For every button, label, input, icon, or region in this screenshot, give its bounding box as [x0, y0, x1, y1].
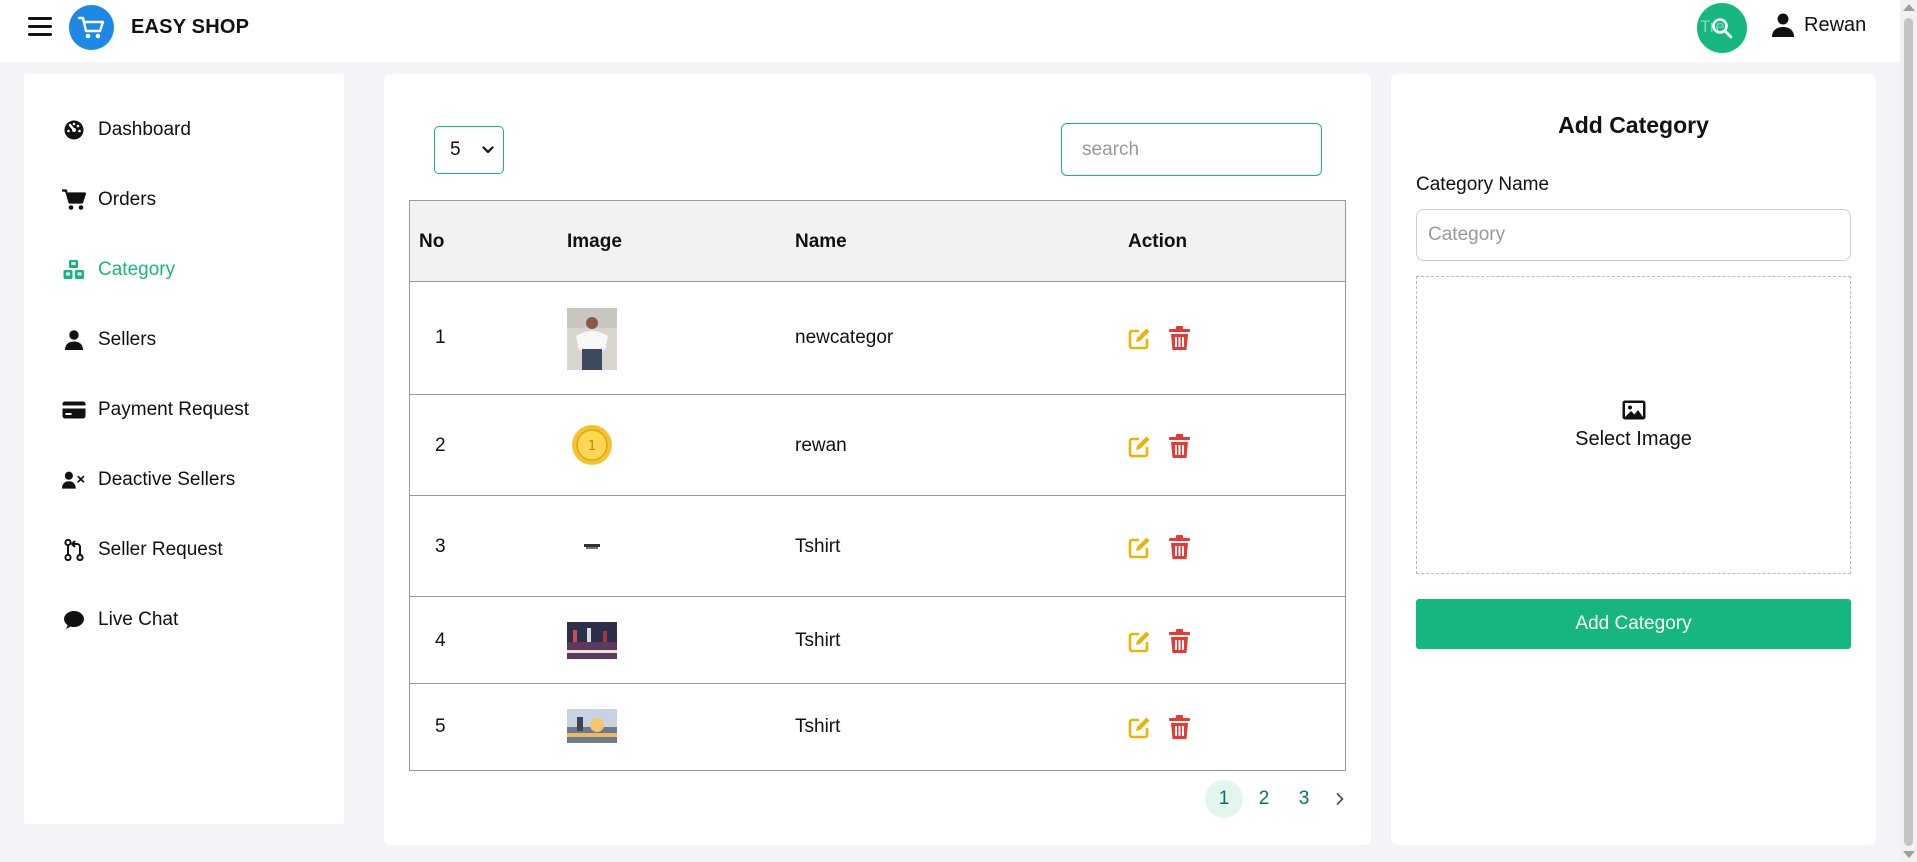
- delete-icon[interactable]: [1169, 535, 1190, 559]
- chevron-down-icon: [482, 146, 494, 154]
- category-name: Tshirt: [795, 630, 841, 651]
- image-upload-dropzone[interactable]: Select Image: [1416, 276, 1851, 574]
- table-row: 5 Tshirt: [410, 684, 1345, 770]
- sidebar-item-category[interactable]: Category: [62, 258, 175, 282]
- brand-name: EASY SHOP: [131, 16, 250, 38]
- dashboard-icon: [62, 118, 86, 142]
- delete-icon[interactable]: [1169, 434, 1190, 458]
- category-list-panel: 5 No Image Name Action 1 newcategor 2 1 …: [384, 74, 1371, 845]
- scrollbar-thumb[interactable]: [1904, 18, 1913, 846]
- sidebar-item-label: Payment Request: [98, 399, 250, 420]
- category-image: [567, 709, 617, 743]
- category-name: Tshirt: [795, 716, 841, 737]
- next-page-button[interactable]: [1321, 780, 1359, 818]
- row-number: 1: [435, 327, 446, 348]
- sidebar-item-dashboard[interactable]: Dashboard: [62, 118, 191, 142]
- category-name: Tshirt: [795, 536, 841, 557]
- sidebar: Dashboard Orders Category Sellers Paymen…: [24, 74, 344, 824]
- shopping-cart-logo-icon: [77, 16, 104, 38]
- chevron-right-icon: [1336, 793, 1344, 805]
- edit-icon[interactable]: [1128, 434, 1152, 458]
- search-input[interactable]: [1061, 123, 1322, 176]
- add-category-panel: Add Category Category Name Select Image …: [1391, 74, 1876, 845]
- category-image: [567, 516, 617, 576]
- select-image-label: Select Image: [1575, 427, 1692, 450]
- pull-request-icon: [62, 538, 86, 562]
- category-name-input[interactable]: [1416, 209, 1851, 261]
- form-title: Add Category: [1558, 112, 1709, 138]
- search-button-ghost-text: Tre: [1700, 17, 1725, 36]
- page-scrollbar[interactable]: [1900, 0, 1917, 862]
- chat-icon: [62, 608, 86, 632]
- delete-icon[interactable]: [1169, 629, 1190, 653]
- table-row: 3 Tshirt: [410, 496, 1345, 597]
- sidebar-item-label: Sellers: [98, 329, 157, 350]
- category-image: 1: [567, 415, 617, 475]
- cart-icon: [62, 188, 86, 212]
- sidebar-item-label: Deactive Sellers: [98, 469, 236, 490]
- sidebar-item-label: Live Chat: [98, 609, 179, 630]
- sidebar-item-label: Dashboard: [98, 119, 191, 140]
- user-name: Rewan: [1804, 13, 1867, 36]
- sidebar-item-label: Seller Request: [98, 539, 223, 560]
- table-row: 4 Tshirt: [410, 597, 1345, 684]
- svg-text:1: 1: [588, 439, 596, 454]
- user-icon: [1772, 13, 1794, 37]
- delete-icon[interactable]: [1169, 715, 1190, 739]
- table-header: No Image Name Action: [410, 201, 1345, 282]
- add-category-button[interactable]: Add Category: [1416, 599, 1851, 649]
- edit-icon[interactable]: [1128, 629, 1152, 653]
- shop-logo: [69, 5, 114, 50]
- category-name: newcategor: [795, 327, 894, 348]
- sidebar-item-seller-request[interactable]: Seller Request: [62, 538, 223, 562]
- category-name-label: Category Name: [1416, 174, 1550, 195]
- edit-icon[interactable]: [1128, 326, 1152, 350]
- cubes-icon: [62, 258, 86, 282]
- row-number: 2: [435, 435, 446, 456]
- credit-card-icon: [62, 398, 86, 422]
- scroll-up-arrow-icon[interactable]: [1903, 4, 1915, 11]
- sidebar-item-live-chat[interactable]: Live Chat: [62, 608, 178, 632]
- row-number: 4: [435, 630, 446, 651]
- column-header-action: Action: [1128, 231, 1188, 252]
- category-image: [567, 622, 617, 659]
- menu-toggle-icon[interactable]: [28, 17, 52, 37]
- user-menu[interactable]: Rewan: [1772, 13, 1866, 37]
- category-name: rewan: [795, 435, 847, 456]
- column-header-image: Image: [567, 231, 622, 252]
- sidebar-item-label: Category: [98, 259, 176, 280]
- page-button-1[interactable]: 1: [1205, 780, 1243, 818]
- sidebar-item-deactive-sellers[interactable]: Deactive Sellers: [62, 468, 235, 492]
- column-header-name: Name: [795, 231, 847, 252]
- scroll-down-arrow-icon[interactable]: [1903, 851, 1915, 858]
- user-x-icon: [62, 468, 86, 492]
- image-icon: [1622, 400, 1645, 419]
- sidebar-item-orders[interactable]: Orders: [62, 188, 156, 212]
- category-table: No Image Name Action 1 newcategor 2 1 re…: [409, 200, 1346, 771]
- row-number: 5: [435, 716, 446, 737]
- page-button-3[interactable]: 3: [1285, 780, 1323, 818]
- column-header-no: No: [419, 231, 445, 252]
- edit-icon[interactable]: [1128, 535, 1152, 559]
- top-bar: EASY SHOP Tre Rewan: [0, 0, 1900, 62]
- edit-icon[interactable]: [1128, 715, 1152, 739]
- global-search-button[interactable]: Tre: [1697, 3, 1747, 53]
- sidebar-item-sellers[interactable]: Sellers: [62, 328, 156, 352]
- user-icon: [62, 328, 86, 352]
- page-button-2[interactable]: 2: [1245, 780, 1283, 818]
- page-size-value: 5: [450, 139, 461, 160]
- delete-icon[interactable]: [1169, 326, 1190, 350]
- table-row: 1 newcategor: [410, 282, 1345, 395]
- row-number: 3: [435, 536, 446, 557]
- table-row: 2 1 rewan: [410, 395, 1345, 496]
- category-image: [567, 308, 617, 370]
- page-size-select[interactable]: 5: [434, 126, 504, 174]
- sidebar-item-payment-request[interactable]: Payment Request: [62, 398, 249, 422]
- sidebar-item-label: Orders: [98, 189, 157, 210]
